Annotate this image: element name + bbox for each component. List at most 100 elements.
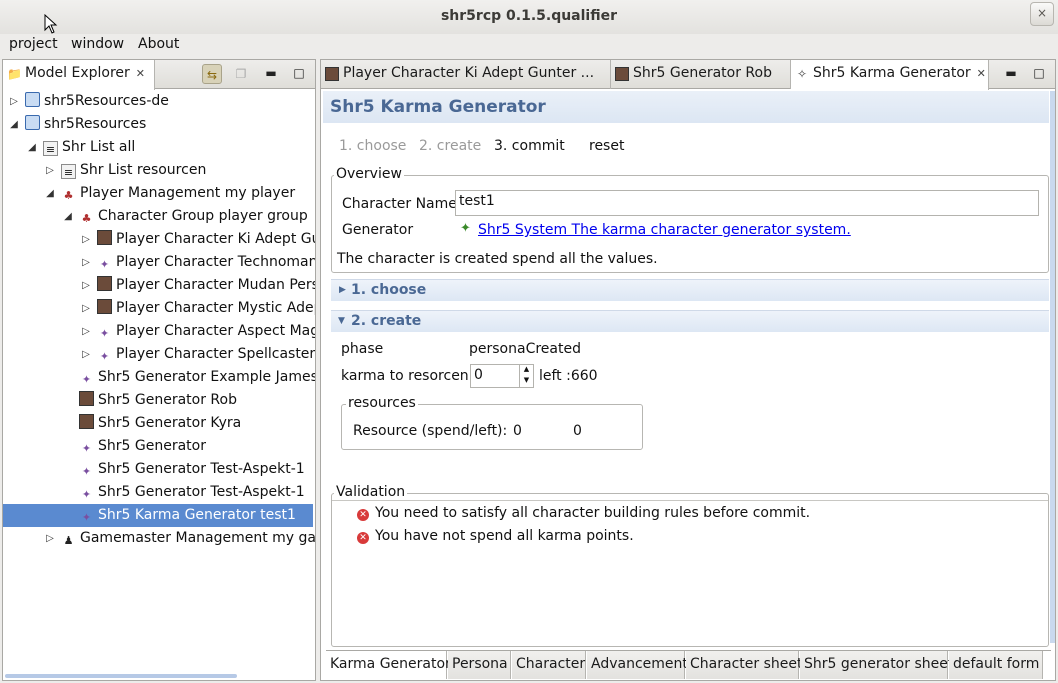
tab-label: Player Character Ki Adept Gunter ... bbox=[343, 65, 595, 81]
tab-player-character-ki-adept[interactable]: Player Character Ki Adept Gunter ... bbox=[321, 60, 611, 89]
expand-arrow-icon[interactable]: ▷ bbox=[81, 320, 91, 343]
vertical-scrollbar[interactable] bbox=[1050, 91, 1055, 643]
expand-arrow-icon[interactable]: ▷ bbox=[81, 343, 91, 366]
maximize-icon[interactable]: □ bbox=[289, 63, 309, 83]
tree-item[interactable]: ✦ Shr5 Generator bbox=[3, 435, 313, 458]
minimize-icon[interactable]: ▬ bbox=[261, 63, 281, 83]
tree-item-label: Shr List resourcen bbox=[80, 162, 207, 178]
tree-item[interactable]: Shr5 Generator Rob bbox=[3, 389, 313, 412]
expand-arrow-icon[interactable]: ▷ bbox=[81, 251, 91, 274]
tab-label: Shr5 Generator Rob bbox=[633, 65, 772, 81]
reset-link[interactable]: reset bbox=[589, 138, 624, 154]
page-tab-bar: Karma Generator Persona Character Advanc… bbox=[326, 650, 1051, 680]
step-create-link[interactable]: 2. create bbox=[419, 138, 481, 154]
tree-item[interactable]: ✦ Shr5 Generator Example James bbox=[3, 366, 315, 389]
tree-item[interactable]: ▷ Player Character Ki Adept Gunt bbox=[3, 228, 315, 251]
character-portrait-icon bbox=[97, 230, 112, 245]
validation-group: Validation ✕ You need to satisfy all char… bbox=[331, 484, 1049, 647]
spinner-down-icon[interactable]: ▼ bbox=[519, 376, 533, 387]
collapse-all-icon[interactable]: ❐ bbox=[231, 64, 251, 84]
menu-bar: project window About bbox=[0, 34, 1058, 57]
tree-item[interactable]: Shr5 Generator Kyra bbox=[3, 412, 313, 435]
minimize-icon[interactable]: ▬ bbox=[1001, 63, 1021, 83]
tab-label: Model Explorer bbox=[25, 65, 130, 81]
resources-label: resources bbox=[346, 395, 418, 411]
karma-spinner[interactable]: 0 ▲ ▼ bbox=[470, 364, 534, 388]
validation-text: You need to satisfy all character buildi… bbox=[375, 505, 811, 521]
expand-arrow-icon[interactable]: ▷ bbox=[81, 297, 91, 320]
character-name-input[interactable]: test1 bbox=[455, 190, 1039, 216]
validation-message: ✕ You need to satisfy all character build… bbox=[357, 505, 810, 521]
maximize-icon[interactable]: □ bbox=[1029, 63, 1049, 83]
menu-project[interactable]: project bbox=[9, 36, 58, 52]
generator-star-icon: ✦ bbox=[81, 465, 92, 478]
step-choose-link[interactable]: 1. choose bbox=[339, 138, 406, 154]
tree-item-label: Player Character Aspect Magi bbox=[116, 323, 315, 339]
tree-item-label: Shr5 Generator Kyra bbox=[98, 415, 242, 431]
tree-item-label: Player Character Mystic Adep bbox=[116, 300, 315, 316]
close-icon[interactable]: ✕ bbox=[136, 67, 145, 80]
horizontal-scrollbar[interactable] bbox=[5, 674, 237, 678]
collapse-arrow-icon[interactable]: ◢ bbox=[63, 205, 73, 228]
page-tab-character[interactable]: Character bbox=[512, 651, 586, 679]
validation-label: Validation bbox=[334, 484, 408, 500]
character-name-label: Character Name bbox=[342, 196, 457, 212]
tree-item[interactable]: ▷ ≡ Shr List resourcen bbox=[3, 159, 313, 182]
tree-item[interactable]: ◢ ≡ Shr List all bbox=[3, 136, 313, 159]
character-portrait-icon bbox=[97, 299, 112, 314]
page-tab-karma-generator[interactable]: Karma Generator bbox=[326, 651, 451, 679]
collapse-arrow-icon[interactable]: ◢ bbox=[27, 136, 37, 159]
spinner-up-icon[interactable]: ▲ bbox=[519, 365, 533, 376]
expand-arrow-icon[interactable]: ▷ bbox=[45, 527, 55, 550]
form-title: Shr5 Karma Generator bbox=[330, 97, 546, 117]
tab-model-explorer[interactable]: 📁 Model Explorer ✕ bbox=[3, 60, 155, 90]
tree-item[interactable]: ◢ ♣ Player Management my player bbox=[3, 182, 313, 205]
page-tab-persona[interactable]: Persona bbox=[448, 651, 511, 679]
tree-item-label: shr5Resources bbox=[44, 116, 147, 132]
character-portrait-icon bbox=[97, 276, 112, 291]
tree-item[interactable]: ✦ Shr5 Generator Test-Aspekt-1 bbox=[3, 458, 313, 481]
tab-generator-rob[interactable]: Shr5 Generator Rob bbox=[611, 60, 791, 89]
karma-label: karma to resorcen bbox=[341, 368, 469, 384]
list-icon: ≡ bbox=[61, 164, 76, 179]
tree-item[interactable]: ◢ ♣ Character Group player group bbox=[3, 205, 313, 228]
generator-link[interactable]: Shr5 System The karma character generato… bbox=[478, 222, 851, 238]
link-with-editor-button[interactable]: ⇆ bbox=[202, 64, 222, 84]
tree-item-label: Player Management my player bbox=[80, 185, 296, 201]
menu-about[interactable]: About bbox=[138, 36, 179, 52]
tree-item[interactable]: ▷ ♟ Gamemaster Management my gam bbox=[3, 527, 315, 550]
tree-item[interactable]: ▷ ✦ Player Character Spellcaster t bbox=[3, 343, 315, 366]
tree-item[interactable]: ▷ shr5Resources-de bbox=[3, 90, 313, 113]
tree-item[interactable]: ▷ ✦ Player Character Technomance bbox=[3, 251, 315, 274]
window-close-button[interactable]: × bbox=[1030, 2, 1054, 26]
collapse-arrow-icon[interactable]: ◢ bbox=[45, 182, 55, 205]
tree-item[interactable]: ▷ Player Character Mudan Perso bbox=[3, 274, 315, 297]
page-tab-generator-sheet[interactable]: Shr5 generator sheet bbox=[800, 651, 953, 679]
menu-window[interactable]: window bbox=[71, 36, 124, 52]
tree-item[interactable]: ▷ Player Character Mystic Adep bbox=[3, 297, 315, 320]
expand-arrow-icon[interactable]: ▷ bbox=[45, 159, 55, 182]
close-icon[interactable]: ✕ bbox=[977, 67, 986, 80]
tab-karma-generator[interactable]: ✧ Shr5 Karma Generator ✕ bbox=[791, 60, 989, 90]
tree-item-label: Shr5 Karma Generator test1 bbox=[98, 507, 296, 523]
step-commit-link[interactable]: 3. commit bbox=[494, 138, 565, 154]
tree-item[interactable]: ✦ Shr5 Generator Test-Aspekt-1 bbox=[3, 481, 313, 504]
section-create-header[interactable]: ▼ 2. create bbox=[331, 310, 1049, 332]
page-tab-advancement[interactable]: Advancement bbox=[587, 651, 688, 679]
section-create-title: 2. create bbox=[351, 313, 422, 329]
expand-arrow-icon[interactable]: ▷ bbox=[81, 228, 91, 251]
resource-spend-value: 0 bbox=[513, 423, 522, 439]
tree-item[interactable]: ▷ ✦ Player Character Aspect Magi bbox=[3, 320, 315, 343]
tree-item-label: Character Group player group bbox=[98, 208, 308, 224]
expand-arrow-icon[interactable]: ▷ bbox=[81, 274, 91, 297]
tree-item-label: Shr5 Generator bbox=[98, 438, 206, 454]
section-choose-header[interactable]: ▶ 1. choose bbox=[331, 279, 1049, 301]
page-tab-character-sheet[interactable]: Character sheet bbox=[686, 651, 802, 679]
tree-item[interactable]: ◢ shr5Resources bbox=[3, 113, 313, 136]
tree-item[interactable]: ✦ Shr5 Karma Generator test1 bbox=[3, 504, 313, 527]
expand-arrow-icon[interactable]: ▷ bbox=[9, 90, 19, 113]
validation-message: ✕ You have not spend all karma points. bbox=[357, 528, 634, 544]
page-tab-default-form[interactable]: default form bbox=[949, 651, 1043, 679]
editor-tab-bar: Player Character Ki Adept Gunter ... Shr… bbox=[321, 60, 1055, 90]
collapse-arrow-icon[interactable]: ◢ bbox=[9, 113, 19, 136]
